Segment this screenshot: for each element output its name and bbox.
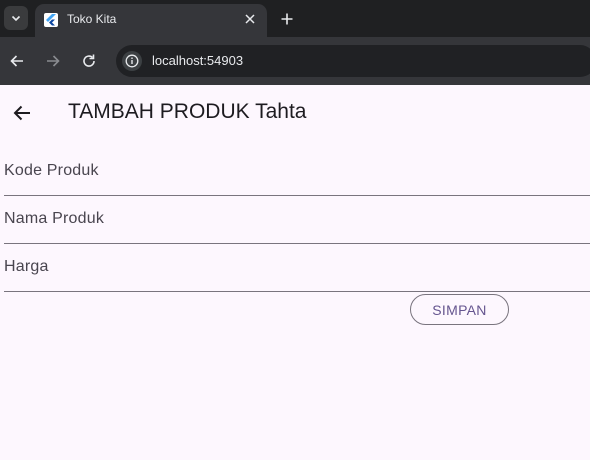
browser-toolbar: localhost:54903 bbox=[0, 37, 590, 85]
info-icon bbox=[125, 54, 139, 68]
close-tab-button[interactable] bbox=[241, 10, 259, 28]
address-bar[interactable]: localhost:54903 bbox=[116, 45, 590, 77]
site-info-button[interactable] bbox=[122, 51, 142, 71]
arrow-back-icon bbox=[10, 55, 23, 67]
reload-icon bbox=[83, 54, 95, 67]
kode-produk-field[interactable]: Kode Produk bbox=[4, 148, 590, 196]
arrow-forward-icon bbox=[47, 55, 60, 67]
harga-label: Harga bbox=[4, 258, 49, 275]
kode-produk-label: Kode Produk bbox=[4, 162, 99, 179]
app-body: TAMBAH PRODUK Tahta Kode Produk Nama Pro… bbox=[0, 85, 590, 460]
close-icon bbox=[245, 14, 255, 24]
flutter-icon bbox=[44, 13, 58, 27]
url-text: localhost:54903 bbox=[152, 53, 244, 68]
tab-title: Toko Kita bbox=[67, 12, 117, 26]
back-button[interactable] bbox=[10, 101, 34, 125]
arrow-back-icon bbox=[13, 105, 30, 121]
simpan-button[interactable]: SIMPAN bbox=[410, 294, 509, 325]
browser-tab[interactable]: Toko Kita bbox=[35, 4, 267, 37]
harga-field[interactable]: Harga bbox=[4, 244, 590, 292]
app-bar: TAMBAH PRODUK Tahta bbox=[0, 85, 590, 141]
page-title: TAMBAH PRODUK Tahta bbox=[68, 100, 307, 123]
nama-produk-field[interactable]: Nama Produk bbox=[4, 196, 590, 244]
browser-tab-strip: Toko Kita bbox=[0, 0, 590, 37]
nama-produk-label: Nama Produk bbox=[4, 210, 105, 227]
plus-icon bbox=[281, 13, 293, 25]
new-tab-button[interactable] bbox=[276, 8, 298, 30]
browser-back-button[interactable] bbox=[5, 49, 29, 73]
browser-forward-button[interactable] bbox=[41, 49, 65, 73]
chevron-down-icon bbox=[11, 15, 21, 22]
reload-button[interactable] bbox=[77, 49, 101, 73]
tab-search-button[interactable] bbox=[4, 6, 28, 30]
